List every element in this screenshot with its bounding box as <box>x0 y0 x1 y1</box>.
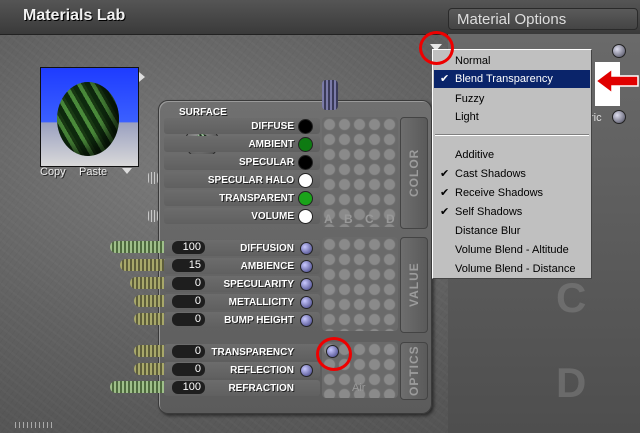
menu-item-label: Self Shadows <box>455 206 523 218</box>
panel-handle-icon[interactable] <box>322 80 338 110</box>
color-swatch[interactable] <box>298 155 313 170</box>
check-icon: ✔ <box>440 206 450 218</box>
color-swatch[interactable] <box>298 173 313 188</box>
menu-item[interactable]: Normal <box>434 52 590 70</box>
tab-value[interactable]: VALUE <box>400 237 428 333</box>
value-knob[interactable] <box>300 296 313 309</box>
highlight-circle <box>316 337 352 371</box>
optics-slider-roll[interactable] <box>110 381 170 393</box>
value-slider-roll[interactable] <box>120 259 170 271</box>
option-knob-bottom[interactable] <box>612 110 626 124</box>
optics-row-label: REFLECTION <box>230 365 294 376</box>
menu-item-label: Normal <box>455 55 491 67</box>
menu-item[interactable]: ✔ Cast Shadows <box>434 165 590 183</box>
surface-row-label: AMBIENT <box>248 139 294 150</box>
menu-item-label: Fuzzy <box>455 93 485 105</box>
surface-row-label: DIFFUSE <box>251 121 294 132</box>
value-slider-roll[interactable] <box>110 241 170 253</box>
value-knob[interactable] <box>300 242 313 255</box>
value-row-label: DIFFUSION <box>240 243 294 254</box>
optics-row-label: TRANSPARENCY <box>211 347 294 358</box>
value-row-label: SPECULARITY <box>223 279 294 290</box>
value-row-label: METALLICITY <box>228 297 294 308</box>
tab-color[interactable]: COLOR <box>400 117 428 229</box>
menu-item-label: Distance Blur <box>455 225 521 237</box>
menu-item[interactable]: ✔ Blend Transparency <box>434 70 590 88</box>
slider-stub-icon[interactable] <box>148 210 158 222</box>
value-layer-grid[interactable] <box>322 237 398 331</box>
menu-item[interactable]: Distance Blur <box>434 222 590 240</box>
optics-row-label: REFRACTION <box>228 383 294 394</box>
value-knob[interactable] <box>300 314 313 327</box>
column-c: C <box>365 212 374 226</box>
check-icon: ✔ <box>440 168 450 180</box>
menu-item-label: Light <box>455 111 479 123</box>
refraction-preset-label: Air <box>352 382 366 394</box>
red-pointer-arrow-icon <box>596 69 639 93</box>
menu-item[interactable]: Additive <box>434 146 590 164</box>
column-b: B <box>344 212 353 226</box>
color-swatch[interactable] <box>298 137 313 152</box>
tab-letter-d[interactable]: D <box>556 359 586 407</box>
material-options-title[interactable]: Material Options <box>448 8 638 30</box>
surface-row-label: VOLUME <box>251 211 294 222</box>
reflection-knob[interactable] <box>300 364 313 377</box>
value-row-label: BUMP HEIGHT <box>224 315 294 326</box>
highlight-circle <box>419 31 454 65</box>
menu-item-label: Blend Transparency <box>455 73 553 85</box>
app-title: Materials Lab <box>23 7 126 24</box>
color-swatch[interactable] <box>298 191 313 206</box>
resize-grip-icon[interactable] <box>15 422 55 428</box>
value-knob[interactable] <box>300 260 313 273</box>
color-swatch[interactable] <box>298 119 313 134</box>
surface-section-label: SURFACE <box>179 107 227 118</box>
check-icon: ✔ <box>440 187 450 199</box>
material-options-menu: Normal ✔ Blend Transparency Fuzzy Light … <box>432 49 592 279</box>
menu-item[interactable]: Fuzzy <box>434 90 590 108</box>
preview-sphere <box>57 82 119 156</box>
menu-item[interactable]: ✔ Self Shadows <box>434 203 590 221</box>
menu-item[interactable]: Light <box>434 108 590 126</box>
material-preview[interactable] <box>40 67 139 167</box>
copy-button[interactable]: Copy <box>40 166 66 178</box>
menu-item[interactable]: ✔ Receive Shadows <box>434 184 590 202</box>
column-d: D <box>386 212 395 226</box>
menu-item[interactable]: Volume Blend - Distance <box>434 260 590 278</box>
color-swatch[interactable] <box>298 209 313 224</box>
paste-dropdown-icon[interactable] <box>122 168 132 174</box>
menu-item-label: Cast Shadows <box>455 168 526 180</box>
menu-item-label: Receive Shadows <box>455 187 544 199</box>
column-a: A <box>324 212 333 226</box>
surface-row-label: SPECULAR HALO <box>207 175 294 186</box>
materials-lab-window: Materials Lab C D Material Options ric C… <box>0 0 640 433</box>
option-knob-top[interactable] <box>612 44 626 58</box>
surface-row-label: TRANSPARENT <box>219 193 294 204</box>
menu-item-label: Additive <box>455 149 495 161</box>
value-row-label: AMBIENCE <box>240 261 294 272</box>
check-icon: ✔ <box>440 73 450 85</box>
menu-item[interactable]: Volume Blend - Altitude <box>434 241 590 259</box>
value-knob[interactable] <box>300 278 313 291</box>
tab-optics[interactable]: OPTICS <box>400 342 428 400</box>
paste-button[interactable]: Paste <box>79 166 107 178</box>
tab-letter-c[interactable]: C <box>556 274 586 322</box>
slider-stub-icon[interactable] <box>148 172 158 184</box>
menu-item-label: Volume Blend - Distance <box>455 263 576 275</box>
surface-row-label: SPECULAR <box>238 157 294 168</box>
color-layer-grid[interactable] <box>322 117 398 227</box>
preview-menu-arrow-icon[interactable] <box>139 72 145 82</box>
menu-separator <box>435 134 589 136</box>
menu-item-label: Volume Blend - Altitude <box>455 244 569 256</box>
